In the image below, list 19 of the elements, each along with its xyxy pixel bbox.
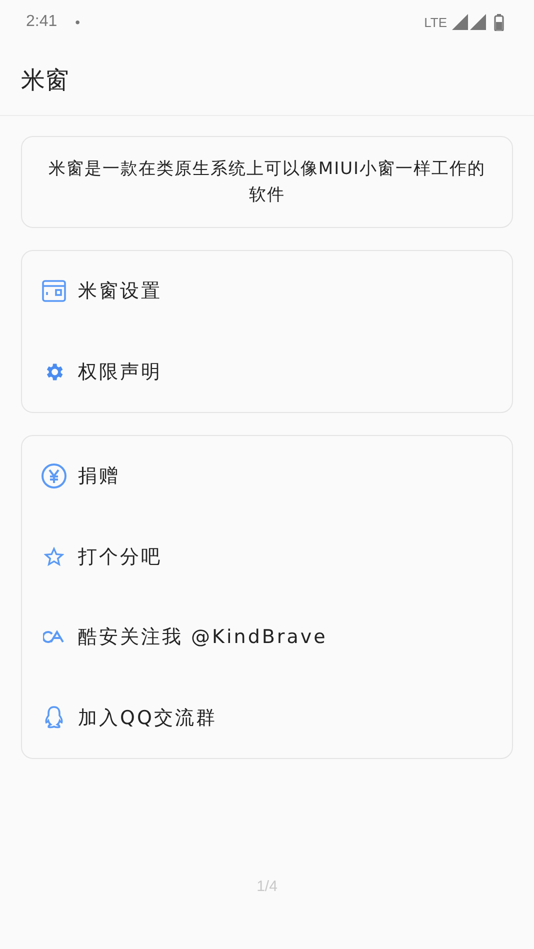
- battery-icon: [494, 14, 504, 30]
- menu-item[interactable]: 捐赠: [22, 436, 512, 516]
- link-icon: [43, 630, 65, 644]
- menu-item[interactable]: 打个分吧: [22, 516, 512, 597]
- notification-dot: •: [75, 14, 80, 30]
- menu-item[interactable]: 米窗设置: [22, 251, 512, 332]
- menu-item[interactable]: 权限声明: [22, 332, 512, 412]
- star-icon: [44, 546, 64, 567]
- penguin-icon: [44, 706, 64, 730]
- app-title: 米窗: [21, 64, 69, 96]
- window-icon: [42, 280, 66, 302]
- status-time: 2:41: [26, 13, 58, 31]
- network-type: LTE: [424, 14, 447, 30]
- menu-item[interactable]: 酷安关注我 @KindBrave: [22, 597, 512, 678]
- intro-card: 米窗是一款在类原生系统上可以像MIUI小窗一样工作的软件: [21, 136, 513, 228]
- signal-icon: [452, 14, 468, 30]
- yen-icon: [41, 463, 67, 490]
- signal-icon: [470, 14, 486, 30]
- menu-item[interactable]: 加入QQ交流群: [22, 678, 512, 758]
